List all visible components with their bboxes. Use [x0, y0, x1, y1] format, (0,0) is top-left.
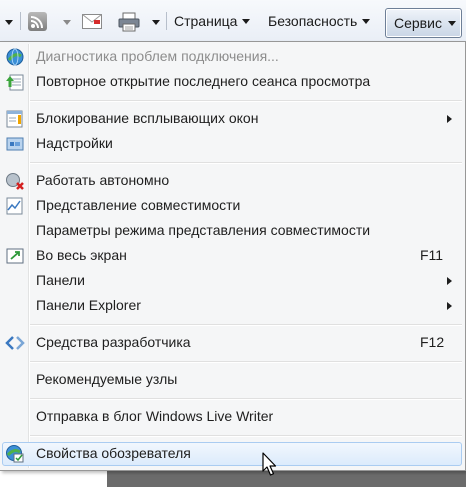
menu-item-label: Свойства обозревателя [36, 445, 191, 461]
menu-item-label: Во весь экран [36, 247, 127, 263]
submenu-arrow-icon [447, 277, 452, 285]
security-menu-label: Безопасность [268, 13, 358, 29]
menu-item-work-offline[interactable]: Работать автономно [2, 169, 462, 193]
page-menu-button[interactable]: Страница [174, 10, 251, 32]
menu-item-label: Панели Explorer [36, 297, 141, 313]
print-dropdown-caret[interactable] [152, 20, 160, 25]
menu-item-label: Работать автономно [36, 172, 170, 188]
security-menu-button[interactable]: Безопасность [268, 10, 371, 32]
menu-item-developer-tools[interactable]: Средства разработчика F12 [2, 331, 462, 355]
toolbar-separator [166, 12, 167, 30]
shortcut-key: F11 [420, 247, 444, 263]
menu-item-blog-live-writer[interactable]: Отправка в блог Windows Live Writer [2, 405, 462, 429]
compatibility-view-icon [6, 197, 23, 215]
menu-item-compatibility-settings[interactable]: Параметры режима представления совместим… [2, 219, 462, 243]
menu-item-fullscreen[interactable]: Во весь экран F11 [2, 244, 462, 268]
menu-item-popup-blocker[interactable]: Блокирование всплывающих окон [2, 107, 462, 131]
menu-item-label: Представление совместимости [36, 197, 241, 213]
menu-item-label: Панели [36, 272, 85, 288]
home-dropdown-caret[interactable] [5, 20, 13, 25]
read-mail-icon[interactable] [82, 14, 102, 29]
mouse-cursor-icon [262, 452, 277, 476]
menu-item-label: Рекомендуемые узлы [36, 371, 178, 387]
tools-menu-button[interactable]: Сервис [385, 8, 462, 38]
menu-item-label: Отправка в блог Windows Live Writer [36, 408, 274, 424]
feeds-dropdown-caret[interactable] [63, 20, 71, 25]
work-offline-icon [6, 173, 24, 190]
shortcut-key: F12 [420, 334, 445, 350]
menu-separator [30, 324, 462, 326]
submenu-arrow-icon [447, 302, 452, 310]
chevron-down-icon [242, 18, 251, 24]
menu-separator [30, 162, 462, 164]
menu-item-internet-options[interactable]: Свойства обозревателя [2, 442, 462, 466]
popup-blocker-icon [6, 110, 23, 128]
toolbar-separator [20, 12, 21, 30]
reopen-session-icon [6, 74, 24, 91]
menu-item-diagnose-connection[interactable]: Диагностика проблем подключения... [2, 45, 462, 69]
chevron-down-icon [447, 20, 456, 26]
menu-item-addons[interactable]: Надстройки [2, 132, 462, 156]
menu-item-label: Блокирование всплывающих окон [36, 110, 259, 126]
page-menu-label: Страница [174, 13, 238, 29]
chevron-down-icon [362, 18, 371, 24]
menu-item-label: Повторное открытие последнего сеанса про… [36, 73, 371, 89]
submenu-arrow-icon [447, 115, 452, 123]
menu-separator [30, 435, 462, 437]
internet-options-icon [6, 445, 24, 463]
tools-dropdown-menu: Диагностика проблем подключения... Повто… [0, 41, 466, 471]
tools-menu-label: Сервис [394, 15, 442, 31]
menu-item-reopen-session[interactable]: Повторное открытие последнего сеанса про… [2, 70, 462, 94]
menu-item-suggested-sites[interactable]: Рекомендуемые узлы [2, 368, 462, 392]
network-diagnostics-icon [6, 48, 24, 66]
menu-item-label: Средства разработчика [36, 334, 191, 350]
menu-separator [30, 100, 462, 102]
fullscreen-icon [6, 248, 24, 264]
command-bar: Страница Безопасность Сервис [0, 0, 466, 42]
developer-tools-icon [5, 336, 25, 350]
print-icon[interactable] [118, 12, 140, 32]
menu-item-label: Надстройки [36, 135, 113, 151]
addons-icon [6, 137, 24, 151]
menu-separator [30, 361, 462, 363]
rss-feeds-icon[interactable] [28, 12, 47, 31]
menu-item-label: Параметры режима представления совместим… [36, 222, 371, 238]
menu-item-explorer-bars[interactable]: Панели Explorer [2, 294, 462, 318]
menu-item-compatibility-view[interactable]: Представление совместимости [2, 194, 462, 218]
menu-item-toolbars[interactable]: Панели [2, 269, 462, 293]
menu-item-label: Диагностика проблем подключения... [36, 48, 279, 64]
menu-separator [30, 398, 462, 400]
